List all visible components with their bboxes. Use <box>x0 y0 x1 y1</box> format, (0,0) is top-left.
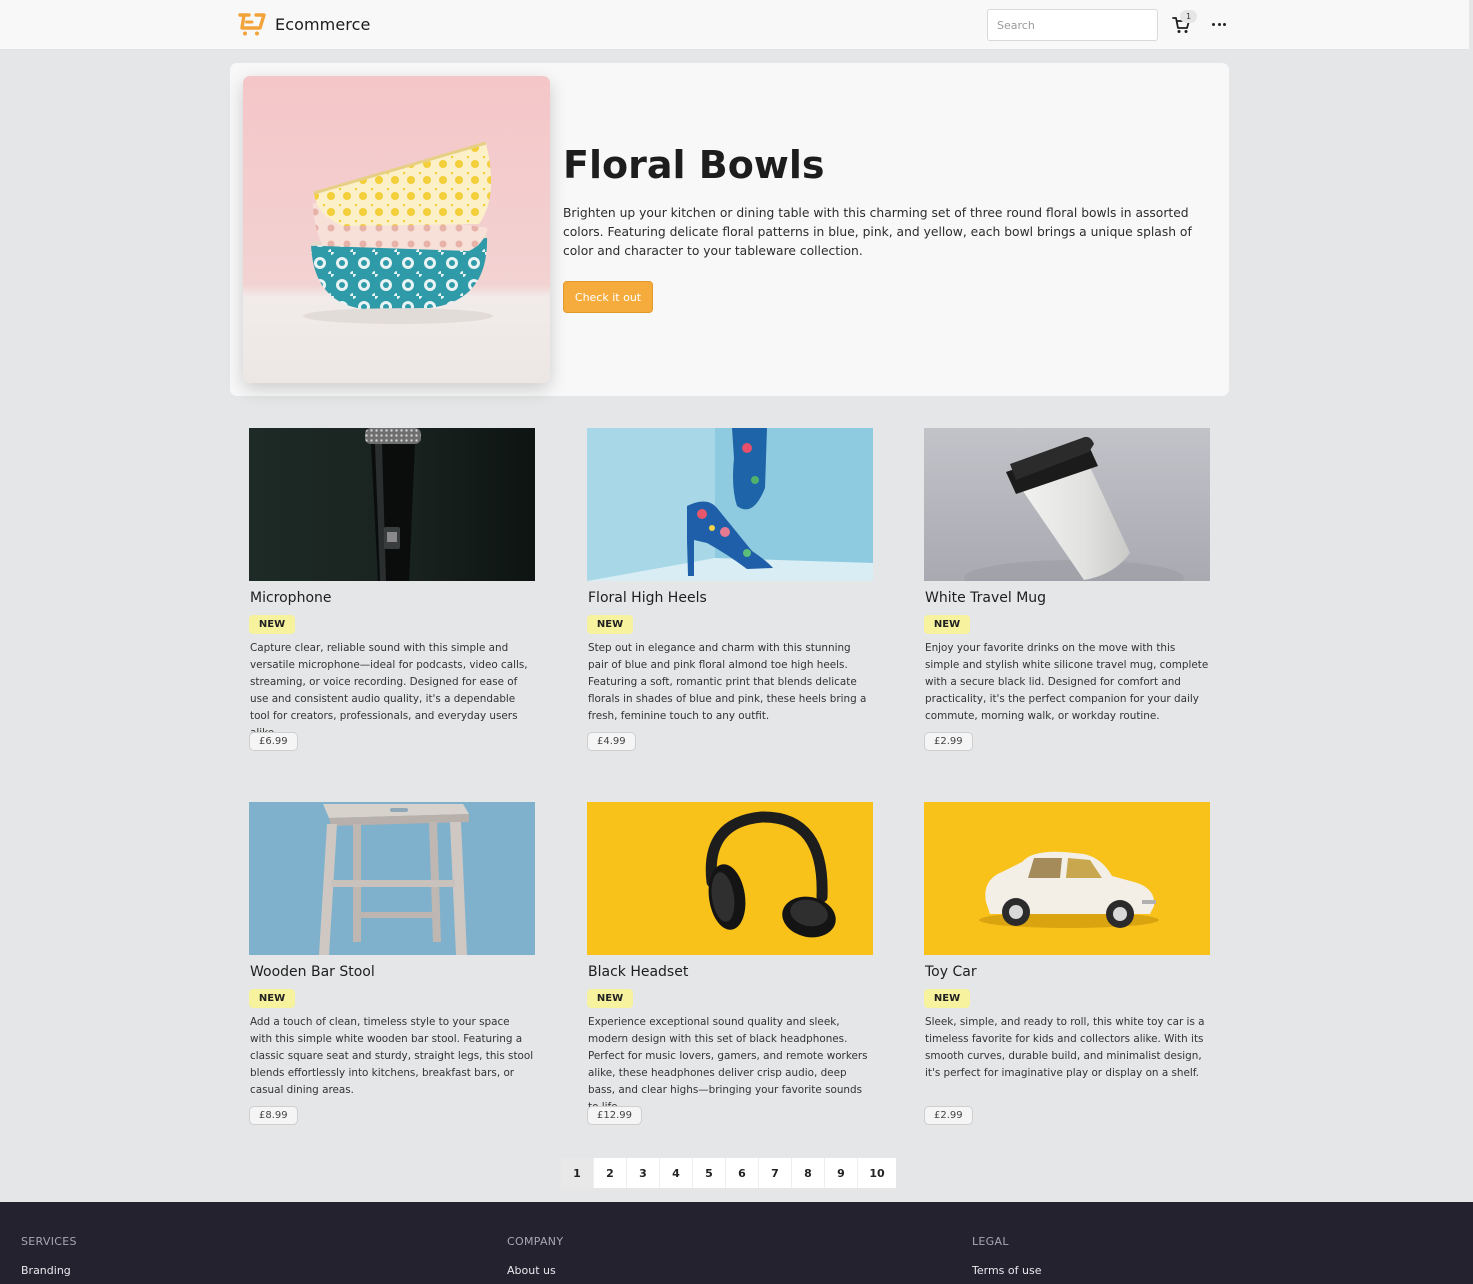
product-price: £2.99 <box>924 1106 973 1125</box>
page-button-3[interactable]: 3 <box>627 1158 660 1188</box>
page-button-9[interactable]: 9 <box>825 1158 858 1188</box>
footer-column-services: SERVICES Branding <box>21 1235 77 1277</box>
product-price: £2.99 <box>924 732 973 751</box>
new-badge: NEW <box>924 989 970 1008</box>
footer-link-about-us[interactable]: About us <box>507 1264 563 1277</box>
more-options-icon[interactable] <box>1210 17 1228 33</box>
product-price: £4.99 <box>587 732 636 751</box>
page-button-5[interactable]: 5 <box>693 1158 726 1188</box>
product-image-white-travel-mug[interactable] <box>924 428 1210 581</box>
footer-column-legal: LEGAL Terms of use <box>972 1235 1041 1277</box>
new-badge: NEW <box>249 615 295 634</box>
footer-link-branding[interactable]: Branding <box>21 1264 77 1277</box>
product-description: Step out in elegance and charm with this… <box>588 642 867 722</box>
new-badge: NEW <box>587 989 633 1008</box>
hero-title: Floral Bowls <box>563 143 825 187</box>
product-card[interactable]: Black Headset NEW Experience exceptional… <box>587 802 873 1125</box>
product-image-wooden-bar-stool[interactable] <box>249 802 535 955</box>
footer-link-terms-of-use[interactable]: Terms of use <box>972 1264 1041 1277</box>
search-input[interactable] <box>987 9 1158 41</box>
brand-name: Ecommerce <box>275 14 371 34</box>
hero-image-floral-bowls <box>243 76 550 383</box>
product-title[interactable]: Floral High Heels <box>588 590 707 606</box>
product-price: £12.99 <box>587 1106 642 1125</box>
footer-heading: COMPANY <box>507 1235 564 1248</box>
new-badge: NEW <box>587 615 633 634</box>
navbar: Ecommerce 1 <box>0 0 1469 50</box>
cart-count-badge: 1 <box>1180 10 1197 23</box>
footer-column-company: COMPANY About us <box>507 1235 563 1277</box>
footer-heading: SERVICES <box>21 1235 77 1248</box>
product-title[interactable]: Toy Car <box>925 964 977 980</box>
check-it-out-button[interactable]: Check it out <box>563 281 653 313</box>
page-button-4[interactable]: 4 <box>660 1158 693 1188</box>
ecommerce-logo-icon <box>238 13 266 36</box>
product-price: £8.99 <box>249 1106 298 1125</box>
product-image-toy-car[interactable] <box>924 802 1210 955</box>
product-price: £6.99 <box>249 732 298 751</box>
product-card[interactable]: Toy Car NEW Sleek, simple, and ready to … <box>924 802 1210 1125</box>
page-button-1[interactable]: 1 <box>561 1158 594 1188</box>
hero-description: Brighten up your kitchen or dining table… <box>563 206 1192 258</box>
pagination: 1 2 3 4 5 6 7 8 9 10 <box>560 1157 897 1189</box>
product-card[interactable]: Microphone NEW Capture clear, reliable s… <box>249 428 535 751</box>
product-title[interactable]: White Travel Mug <box>925 590 1046 606</box>
page-button-8[interactable]: 8 <box>792 1158 825 1188</box>
new-badge: NEW <box>924 615 970 634</box>
page-button-2[interactable]: 2 <box>594 1158 627 1188</box>
page-button-7[interactable]: 7 <box>759 1158 792 1188</box>
product-description: Experience exceptional sound quality and… <box>588 1016 868 1113</box>
footer: SERVICES Branding COMPANY About us LEGAL… <box>0 1202 1473 1284</box>
product-description: Capture clear, reliable sound with this … <box>250 642 528 739</box>
new-badge: NEW <box>249 989 295 1008</box>
page-button-10[interactable]: 10 <box>858 1158 896 1188</box>
product-description: Enjoy your favorite drinks on the move w… <box>925 642 1209 722</box>
product-card[interactable]: Floral High Heels NEW Step out in elegan… <box>587 428 873 751</box>
product-description: Add a touch of clean, timeless style to … <box>250 1016 534 1096</box>
featured-product-hero: Floral Bowls Brighten up your kitchen or… <box>230 63 1229 396</box>
product-card[interactable]: Wooden Bar Stool NEW Add a touch of clea… <box>249 802 535 1125</box>
footer-heading: LEGAL <box>972 1235 1009 1248</box>
product-title[interactable]: Wooden Bar Stool <box>250 964 375 980</box>
product-image-black-headset[interactable] <box>587 802 873 955</box>
product-title[interactable]: Black Headset <box>588 964 688 980</box>
product-title[interactable]: Microphone <box>250 590 332 606</box>
page-button-6[interactable]: 6 <box>726 1158 759 1188</box>
brand-link[interactable]: Ecommerce <box>237 11 370 37</box>
product-image-microphone[interactable] <box>249 428 535 581</box>
product-image-floral-high-heels[interactable] <box>587 428 873 581</box>
product-card[interactable]: White Travel Mug NEW Enjoy your favorite… <box>924 428 1210 751</box>
product-description: Sleek, simple, and ready to roll, this w… <box>925 1016 1205 1079</box>
